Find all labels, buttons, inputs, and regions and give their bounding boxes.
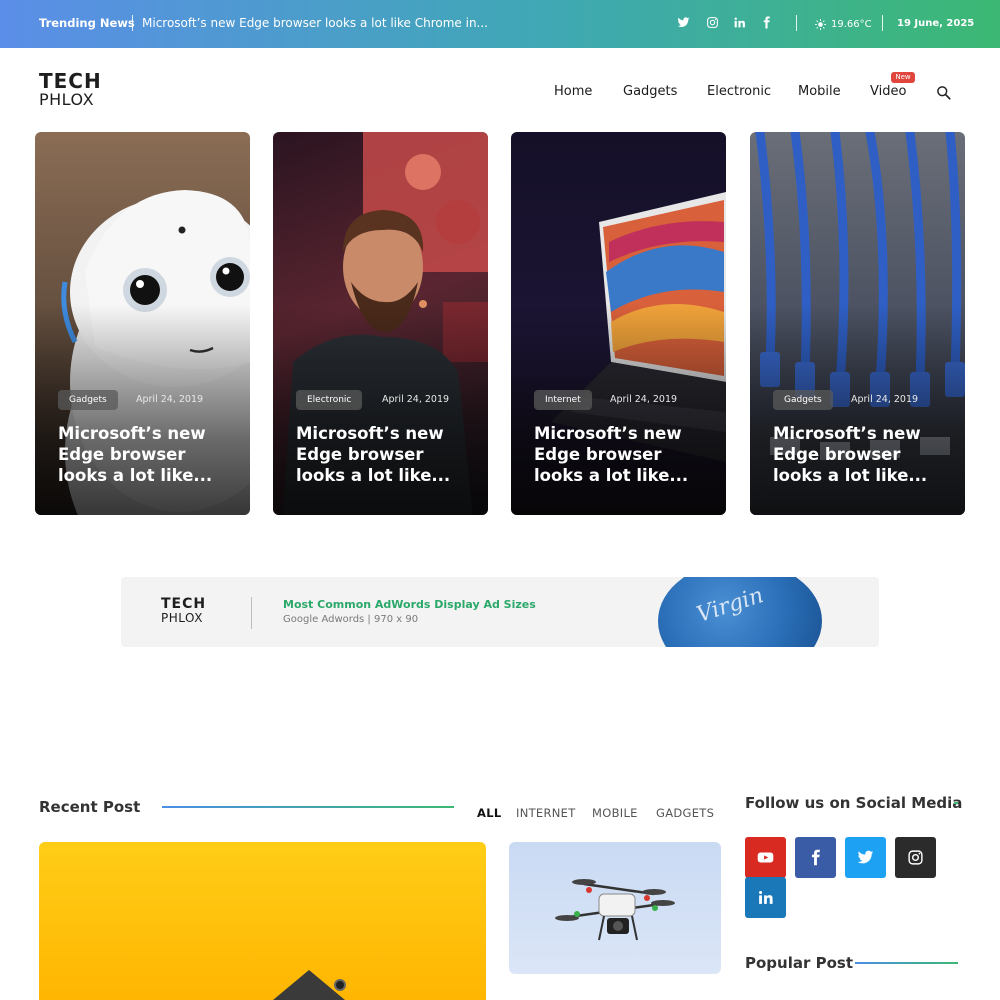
nav-gadgets[interactable]: Gadgets <box>623 84 677 99</box>
divider <box>882 15 883 31</box>
post-date: April 24, 2019 <box>382 394 450 405</box>
twitter-button[interactable] <box>845 837 886 878</box>
ad-logo: TECH PHLOX <box>161 597 206 624</box>
nav-mobile[interactable]: Mobile <box>798 84 841 99</box>
ad-title: Most Common AdWords Display Ad Sizes <box>283 598 536 611</box>
post-title[interactable]: Microsoft’s new Edge browser looks a lot… <box>534 423 714 486</box>
linkedin-icon[interactable] <box>733 16 747 30</box>
filter-internet[interactable]: INTERNET <box>516 806 576 820</box>
youtube-icon <box>757 852 774 863</box>
search-icon[interactable] <box>936 85 952 101</box>
instagram-icon[interactable] <box>706 16 720 30</box>
weather-widget: 19.66°C <box>815 19 872 30</box>
post-title[interactable]: Microsoft’s new Edge browser looks a lot… <box>773 423 953 486</box>
divider <box>796 15 797 31</box>
category-tag[interactable]: Gadgets <box>773 390 833 410</box>
hero-card[interactable]: Internet April 24, 2019 Microsoft’s new … <box>511 132 726 515</box>
hero-card[interactable]: Gadgets April 24, 2019 Microsoft’s new E… <box>750 132 965 515</box>
category-tag[interactable]: Internet <box>534 390 592 410</box>
new-badge: New <box>891 72 915 83</box>
post-title[interactable]: Microsoft’s new Edge browser looks a lot… <box>58 423 238 486</box>
sun-icon <box>815 19 826 30</box>
linkedin-icon <box>758 890 773 904</box>
recent-post-image-small[interactable] <box>509 842 721 974</box>
youtube-button[interactable] <box>745 837 786 878</box>
heading-underline <box>162 806 454 808</box>
filter-gadgets[interactable]: GADGETS <box>656 806 714 820</box>
trending-label: Trending News <box>39 16 135 30</box>
logo-top-text: TECH <box>39 69 102 93</box>
heading-underline <box>954 802 958 804</box>
nav-home[interactable]: Home <box>554 84 592 99</box>
twitter-icon <box>857 850 874 864</box>
ad-subtitle: Google Adwords | 970 x 90 <box>283 614 419 625</box>
temperature: 19.66°C <box>831 19 872 30</box>
instagram-button[interactable] <box>895 837 936 878</box>
ad-divider <box>251 597 252 629</box>
camera-lens <box>334 979 346 991</box>
facebook-button[interactable] <box>795 837 836 878</box>
filter-mobile[interactable]: MOBILE <box>592 806 638 820</box>
ad-banner[interactable]: TECH PHLOX Most Common AdWords Display A… <box>121 577 879 647</box>
popular-post-heading: Popular Post <box>745 954 853 972</box>
facebook-icon[interactable] <box>760 16 774 30</box>
category-tag[interactable]: Gadgets <box>58 390 118 410</box>
recent-post-image-large[interactable] <box>39 842 486 1000</box>
ad-logo-top-text: TECH <box>161 596 207 612</box>
ad-logo-bottom-text: PHLOX <box>161 611 203 625</box>
hero-card[interactable]: Electronic April 24, 2019 Microsoft’s ne… <box>273 132 488 515</box>
instagram-icon <box>908 850 923 865</box>
heading-underline <box>855 962 958 964</box>
current-date: 19 June, 2025 <box>897 18 975 29</box>
hero-card[interactable]: Gadgets April 24, 2019 Microsoft’s new E… <box>35 132 250 515</box>
recent-post-heading: Recent Post <box>39 798 141 816</box>
top-bar: Trending News Microsoft’s new Edge brows… <box>0 0 1000 48</box>
logo-bottom-text: PHLOX <box>39 90 95 109</box>
filter-all[interactable]: ALL <box>477 806 501 820</box>
facebook-icon <box>811 849 820 866</box>
post-title[interactable]: Microsoft’s new Edge browser looks a lot… <box>296 423 476 486</box>
drone-image <box>555 879 675 941</box>
site-logo[interactable]: TECH PHLOX <box>39 71 109 108</box>
nav-video[interactable]: Video <box>870 84 906 99</box>
nav-electronic[interactable]: Electronic <box>707 84 771 99</box>
post-date: April 24, 2019 <box>610 394 678 405</box>
category-tag[interactable]: Electronic <box>296 390 363 410</box>
follow-social-heading: Follow us on Social Media <box>745 794 963 812</box>
divider <box>132 15 133 31</box>
twitter-icon[interactable] <box>677 16 691 30</box>
post-date: April 24, 2019 <box>136 394 204 405</box>
post-date: April 24, 2019 <box>851 394 919 405</box>
trending-headline-link[interactable]: Microsoft’s new Edge browser looks a lot… <box>142 16 488 30</box>
linkedin-button[interactable] <box>745 877 786 918</box>
